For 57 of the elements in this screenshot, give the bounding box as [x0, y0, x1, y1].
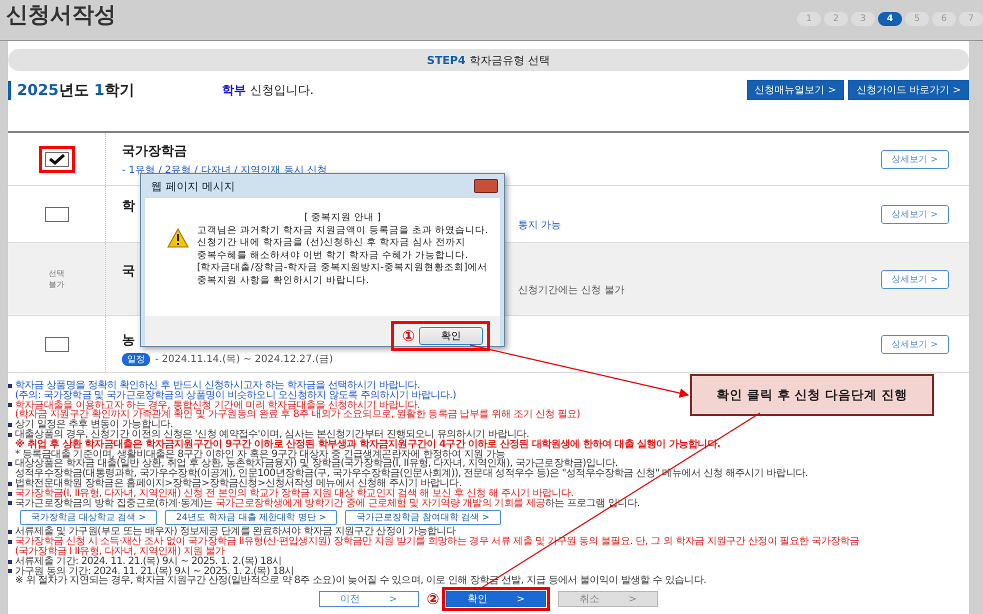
schedule-dates: - 2024.11.14.(목) ~ 2024.12.27.(금): [155, 353, 333, 366]
step-indicator: 1: [797, 12, 821, 26]
nav-button[interactable]: 이전 >: [318, 591, 419, 607]
checkbox[interactable]: [44, 206, 68, 222]
details-button[interactable]: 상세보기 >: [880, 334, 949, 354]
step-marker: ②: [426, 591, 440, 607]
step-indicator: 2: [824, 12, 848, 26]
nav-button[interactable]: 취소 >: [558, 591, 658, 607]
checkbox[interactable]: [44, 336, 68, 352]
scholarship-detail: 신청기간에는 신청 불가: [518, 284, 624, 296]
details-button[interactable]: 상세보기 >: [880, 204, 949, 224]
step-indicator: 7: [959, 12, 983, 26]
notice-text: 서류제출 기간: 2024. 11. 21.(목) 9시 ~ 2025. 1. 2.(목) 18시: [15, 556, 282, 567]
details-button[interactable]: 상세보기 >: [880, 270, 949, 288]
guide-button[interactable]: 신청가이드 바로가기 >: [848, 80, 969, 100]
notice-text: 성적우수장학금(대통령과학, 국가우수장학(이공계), 인문100년장학금(구, 국가우수장학금(인문사회계)), 전문대 성적우수 등)은 "성적우수장학금 신청" 메뉴에서 신청 해주시기 바랍니다.: [15, 469, 808, 479]
search-link-button[interactable]: 국가근로장학금 참여대학 검색 >: [345, 510, 501, 526]
notice-text: 국가장학금(I, II유형, 다자녀, 지역인재) 신청 전 본인의 학교가 장학금 지원 대상 학교인지 검색 해 보신 후 신청 해 주시기 바랍니다.: [15, 488, 574, 499]
step-indicator: 6: [932, 12, 956, 26]
step-bar: STEP4 학자금유형 선택: [8, 49, 969, 71]
notice-text: 가구원 동의 기간: 2024. 11. 21.(목) 9시 ~ 2025. 1. 2.(목) 18시: [15, 566, 294, 576]
dialog-message: [ 중복지원 안내 ] 고객님은 과거학기 학자금 지원금액이 등록금을 초과 하였습니다. 신청기간 내에 학자금을 (선)신청하신 후 학자금 심사 전까지 중복수혜를 해소하셔야 이번 학기 학자금 수혜가 가능합니다. [학자금대출/장학금-학자금 중복지원방지-중복지원현황조회]에서 중복지원 사항을 확인하시기 바랍니다.: [197, 212, 488, 288]
step-indicator: 4: [878, 12, 902, 26]
nav-button[interactable]: 확인 >: [446, 591, 546, 607]
notice-text: 법학전문대학원 장학금은 홈페이지>장학금>장학금신청>신청서작성 메뉴에서 신청해 주시기 바랍니다.: [15, 478, 462, 489]
scholarship-detail: 통지 가능: [518, 218, 562, 232]
notice-text: (주의: 국가장학금 및 국가근로장학금의 상품명이 비슷하오니 오신청하지 않도록 주의하시기 바랍니다.): [15, 390, 456, 401]
notice-text: (학자금 지원구간 확인까지 가족관계 확인 및 가구원동의 완료 후 8주 내외가 소요되므로, 원활한 등록금 납부를 위해 조기 신청 필요): [15, 410, 580, 420]
step-marker: ①: [402, 327, 415, 345]
step-indicator: 5: [905, 12, 929, 26]
notice-text: 대출상품의 경우, 신청기간 이전의 신청은 '신청 예약접수'이며, 심사는 본신청기간부터 진행되오니 유의하시기 바랍니다.: [15, 430, 530, 440]
ok-button[interactable]: 확인: [419, 327, 483, 345]
search-link-button[interactable]: 24년도 학자금 대출 제한대학 명단 >: [165, 510, 338, 526]
notice-text: * 등록금대출 기준이며, 생활비대출은 8구간 이하인 자 혹은 9구간 대상자 중 긴급생계곤란자에 한정하여 지원 가능: [15, 450, 506, 460]
notice-text: 상기 일정은 추후 변동이 가능합니다.: [15, 420, 173, 430]
notice-text: (국가장학금 I II유형, 다자녀, 지역인재) 지원 불가: [15, 546, 225, 557]
scholarship-title: 국가장학금: [122, 142, 187, 160]
unavailable-label: 선택 불가: [48, 268, 64, 290]
notice-text: 학자금대출을 이용하고자 하는 경우, 통합신청 기간에 미리 학자금대출을 신청하시기 바랍니다.: [15, 400, 420, 410]
notice-text: 학자금 상품명을 정확히 확인하신 후 반드시 신청하시고자 하는 학자금을 선택하시기 바랍니다.: [15, 381, 420, 391]
dialog-title: 웹 페이지 메시지: [151, 178, 235, 194]
scholarship-title: 농: [122, 332, 135, 349]
checkbox[interactable]: [44, 152, 68, 166]
warning-icon: [167, 228, 189, 248]
notice-text: 대상상품은 학자금 대출(일반 상환, 취업 후 상환, 농촌학자금융자) 및 장학금(국가장학금(I, II유형, 다자녀, 지역인재), 국가근로장학금)입니다.: [15, 459, 618, 470]
callout-box: 확인 클릭 후 신청 다음단계 진행: [690, 374, 934, 416]
details-button[interactable]: 상세보기 >: [880, 150, 949, 168]
scholarship-title: 국: [122, 262, 135, 280]
scholarship-title: 학: [122, 198, 135, 214]
search-link-button[interactable]: 국가장학금 대상학교 검색 >: [20, 510, 158, 526]
notice-text: 서류제출 및 가구원(부모 또는 배우자) 정보제공 단계를 완료하셔야 학자금 지원구간 산정이 가능합니다: [15, 527, 456, 538]
page-title: 신청서작성: [6, 2, 116, 30]
guide-button[interactable]: 신청매뉴얼보기 >: [746, 80, 844, 100]
step-indicator: 3: [851, 12, 875, 26]
schedule-badge: 일정: [122, 352, 150, 366]
program-text: 학부 신청입니다.: [222, 82, 315, 98]
semester-title: 2025년도 1학기: [8, 80, 222, 100]
